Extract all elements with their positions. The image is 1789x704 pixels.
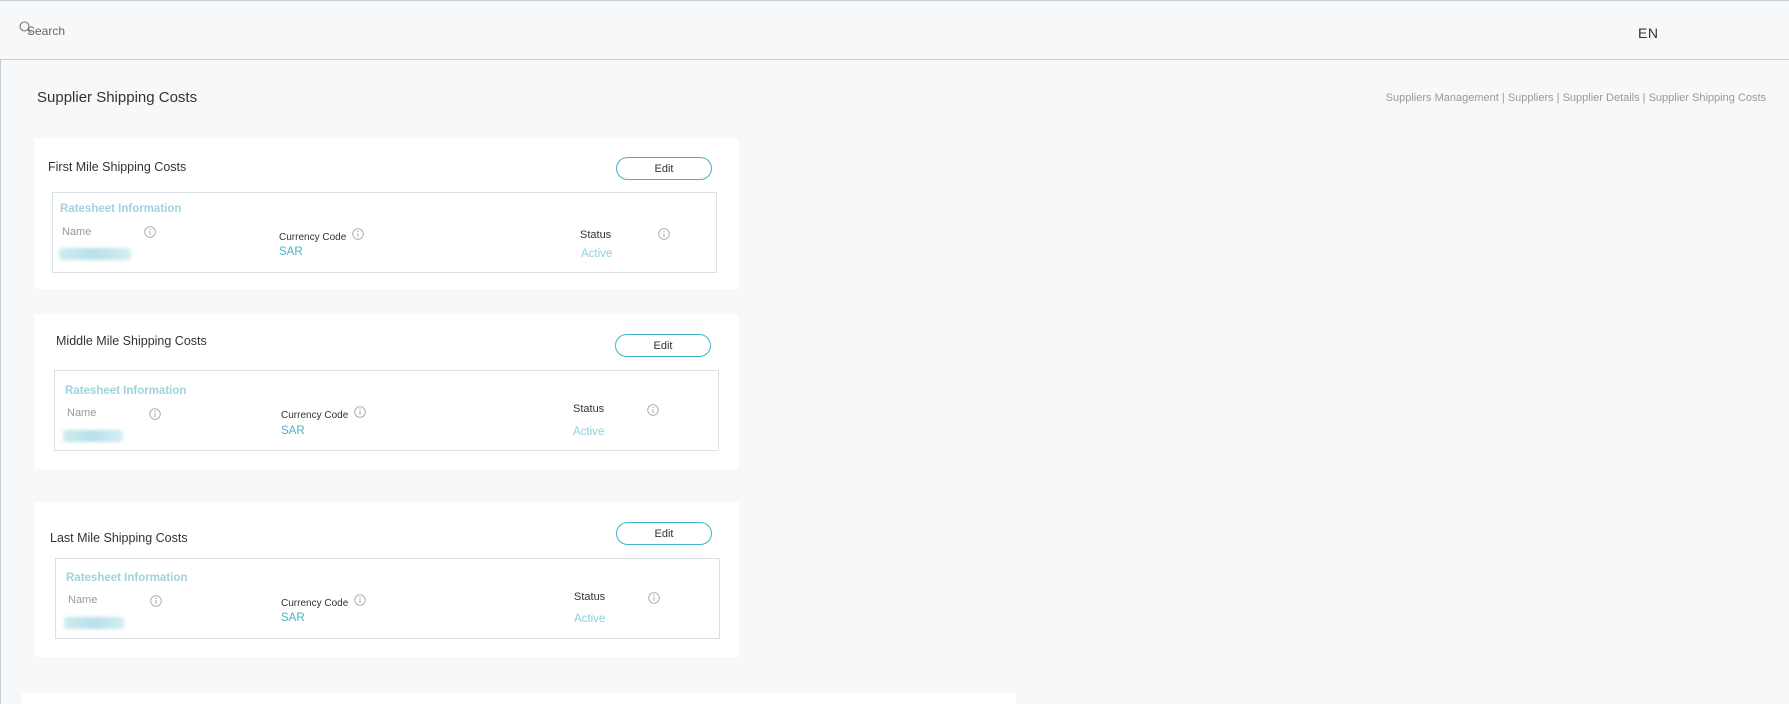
ratesheet-name-value: [64, 617, 124, 629]
info-icon[interactable]: [658, 228, 670, 240]
status-label: Status: [573, 403, 605, 415]
edit-button[interactable]: Edit: [615, 334, 711, 357]
currency-code-value: SAR: [281, 612, 305, 624]
info-icon[interactable]: [648, 592, 660, 604]
ratesheet-box: Ratesheet Information Name Currency Code…: [55, 558, 720, 639]
currency-code-value: SAR: [279, 246, 303, 258]
edit-button[interactable]: Edit: [616, 522, 712, 545]
info-icon[interactable]: [647, 404, 659, 416]
ratesheet-title: Ratesheet Information: [65, 385, 187, 397]
status-value: Active: [581, 248, 613, 260]
info-icon[interactable]: [352, 228, 364, 240]
currency-code-value: SAR: [281, 425, 305, 437]
language-selector[interactable]: EN: [1638, 25, 1658, 41]
info-icon[interactable]: [150, 595, 162, 607]
currency-code-label: Currency Code: [279, 232, 347, 243]
name-label: Name: [68, 594, 98, 606]
status-value: Active: [574, 613, 606, 625]
section-title: Middle Mile Shipping Costs: [56, 334, 207, 348]
middle-mile-card: Middle Mile Shipping Costs Edit Rateshee…: [35, 314, 739, 469]
page-title: Supplier Shipping Costs: [37, 89, 198, 106]
info-icon[interactable]: [354, 594, 366, 606]
info-icon[interactable]: [144, 226, 156, 238]
left-divider: [0, 60, 1, 704]
ratesheet-title: Ratesheet Information: [66, 572, 188, 584]
currency-code-label: Currency Code: [281, 410, 349, 421]
name-label: Name: [67, 407, 97, 419]
edit-button[interactable]: Edit: [616, 157, 712, 180]
section-title: Last Mile Shipping Costs: [50, 531, 188, 545]
status-value: Active: [573, 426, 605, 438]
ratesheet-box: Ratesheet Information Name Currency Code…: [52, 192, 717, 273]
status-label: Status: [574, 591, 606, 603]
status-label: Status: [580, 229, 612, 241]
name-label: Name: [62, 226, 92, 238]
ratesheet-title: Ratesheet Information: [60, 203, 182, 215]
search-input[interactable]: [27, 22, 247, 40]
section-title: First Mile Shipping Costs: [48, 160, 187, 174]
breadcrumb: Suppliers Management | Suppliers | Suppl…: [1385, 92, 1766, 104]
last-mile-card: Last Mile Shipping Costs Edit Ratesheet …: [35, 502, 739, 657]
ratesheet-name-value: [59, 248, 131, 260]
info-icon[interactable]: [149, 408, 161, 420]
top-bar: EN: [0, 0, 1789, 60]
first-mile-card: First Mile Shipping Costs Edit Ratesheet…: [35, 138, 739, 289]
currency-code-label: Currency Code: [281, 598, 349, 609]
ratesheet-name-value: [63, 430, 123, 442]
info-icon[interactable]: [354, 406, 366, 418]
next-card-edge: [22, 693, 1016, 704]
ratesheet-box: Ratesheet Information Name Currency Code…: [54, 370, 719, 451]
